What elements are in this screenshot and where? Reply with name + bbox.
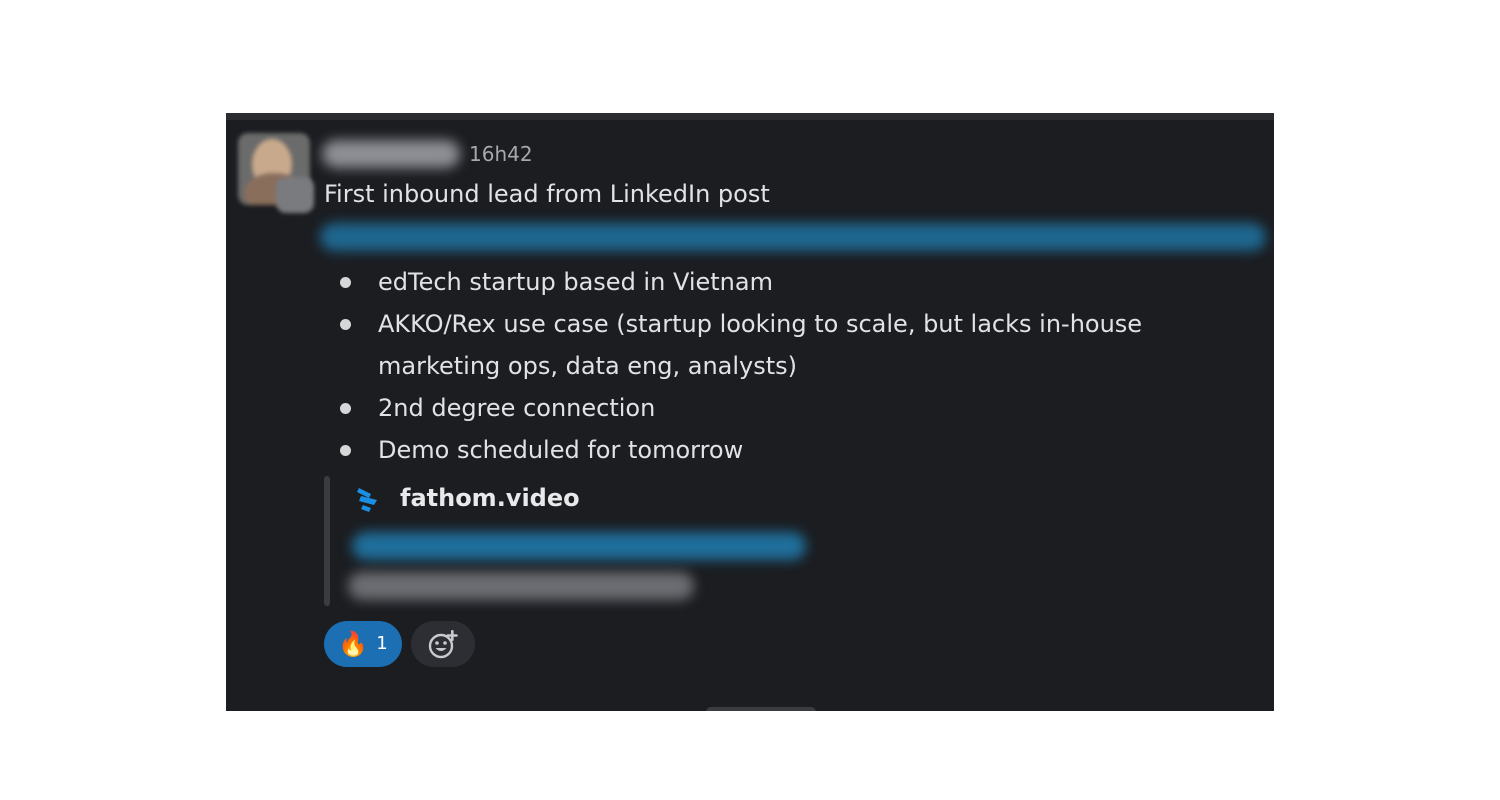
fathom-logo-icon	[357, 488, 377, 512]
list-item: AKKO/Rex use case (startup looking to sc…	[336, 303, 1236, 387]
panel-top-divider	[226, 113, 1274, 120]
list-item: edTech startup based in Vietnam	[336, 261, 1236, 303]
bullet-dot-icon	[340, 319, 351, 330]
list-item: Demo scheduled for tomorrow	[336, 429, 1236, 471]
message-panel: 16h42 First inbound lead from LinkedIn p…	[226, 113, 1274, 711]
link-preview-title-redacted[interactable]	[352, 532, 806, 560]
message-title: First inbound lead from LinkedIn post	[324, 180, 770, 208]
reaction-count: 1	[376, 633, 388, 654]
reaction-fire-button[interactable]: 🔥 1	[324, 621, 402, 667]
bullet-list: edTech startup based in Vietnam AKKO/Rex…	[336, 261, 1236, 471]
add-emoji-icon	[428, 630, 458, 659]
bullet-dot-icon	[340, 277, 351, 288]
link-preview[interactable]: fathom.video	[324, 476, 924, 606]
list-item: 2nd degree connection	[336, 387, 1236, 429]
add-reaction-button[interactable]	[411, 621, 475, 667]
username-redacted[interactable]	[322, 140, 460, 168]
avatar-badge	[276, 177, 314, 213]
message-timestamp[interactable]: 16h42	[469, 140, 533, 168]
list-item-text: 2nd degree connection	[378, 394, 656, 422]
list-item-text: edTech startup based in Vietnam	[378, 268, 773, 296]
bullet-dot-icon	[340, 403, 351, 414]
scroll-handle[interactable]	[706, 707, 816, 711]
message-link-redacted[interactable]	[320, 223, 1266, 251]
link-preview-site[interactable]: fathom.video	[400, 482, 580, 514]
link-preview-bar	[324, 476, 330, 606]
list-item-text: AKKO/Rex use case (startup looking to sc…	[378, 310, 1143, 380]
list-item-text: Demo scheduled for tomorrow	[378, 436, 744, 464]
fire-emoji-icon: 🔥	[338, 630, 369, 658]
bullet-dot-icon	[340, 445, 351, 456]
link-preview-subtitle-redacted	[348, 572, 694, 600]
